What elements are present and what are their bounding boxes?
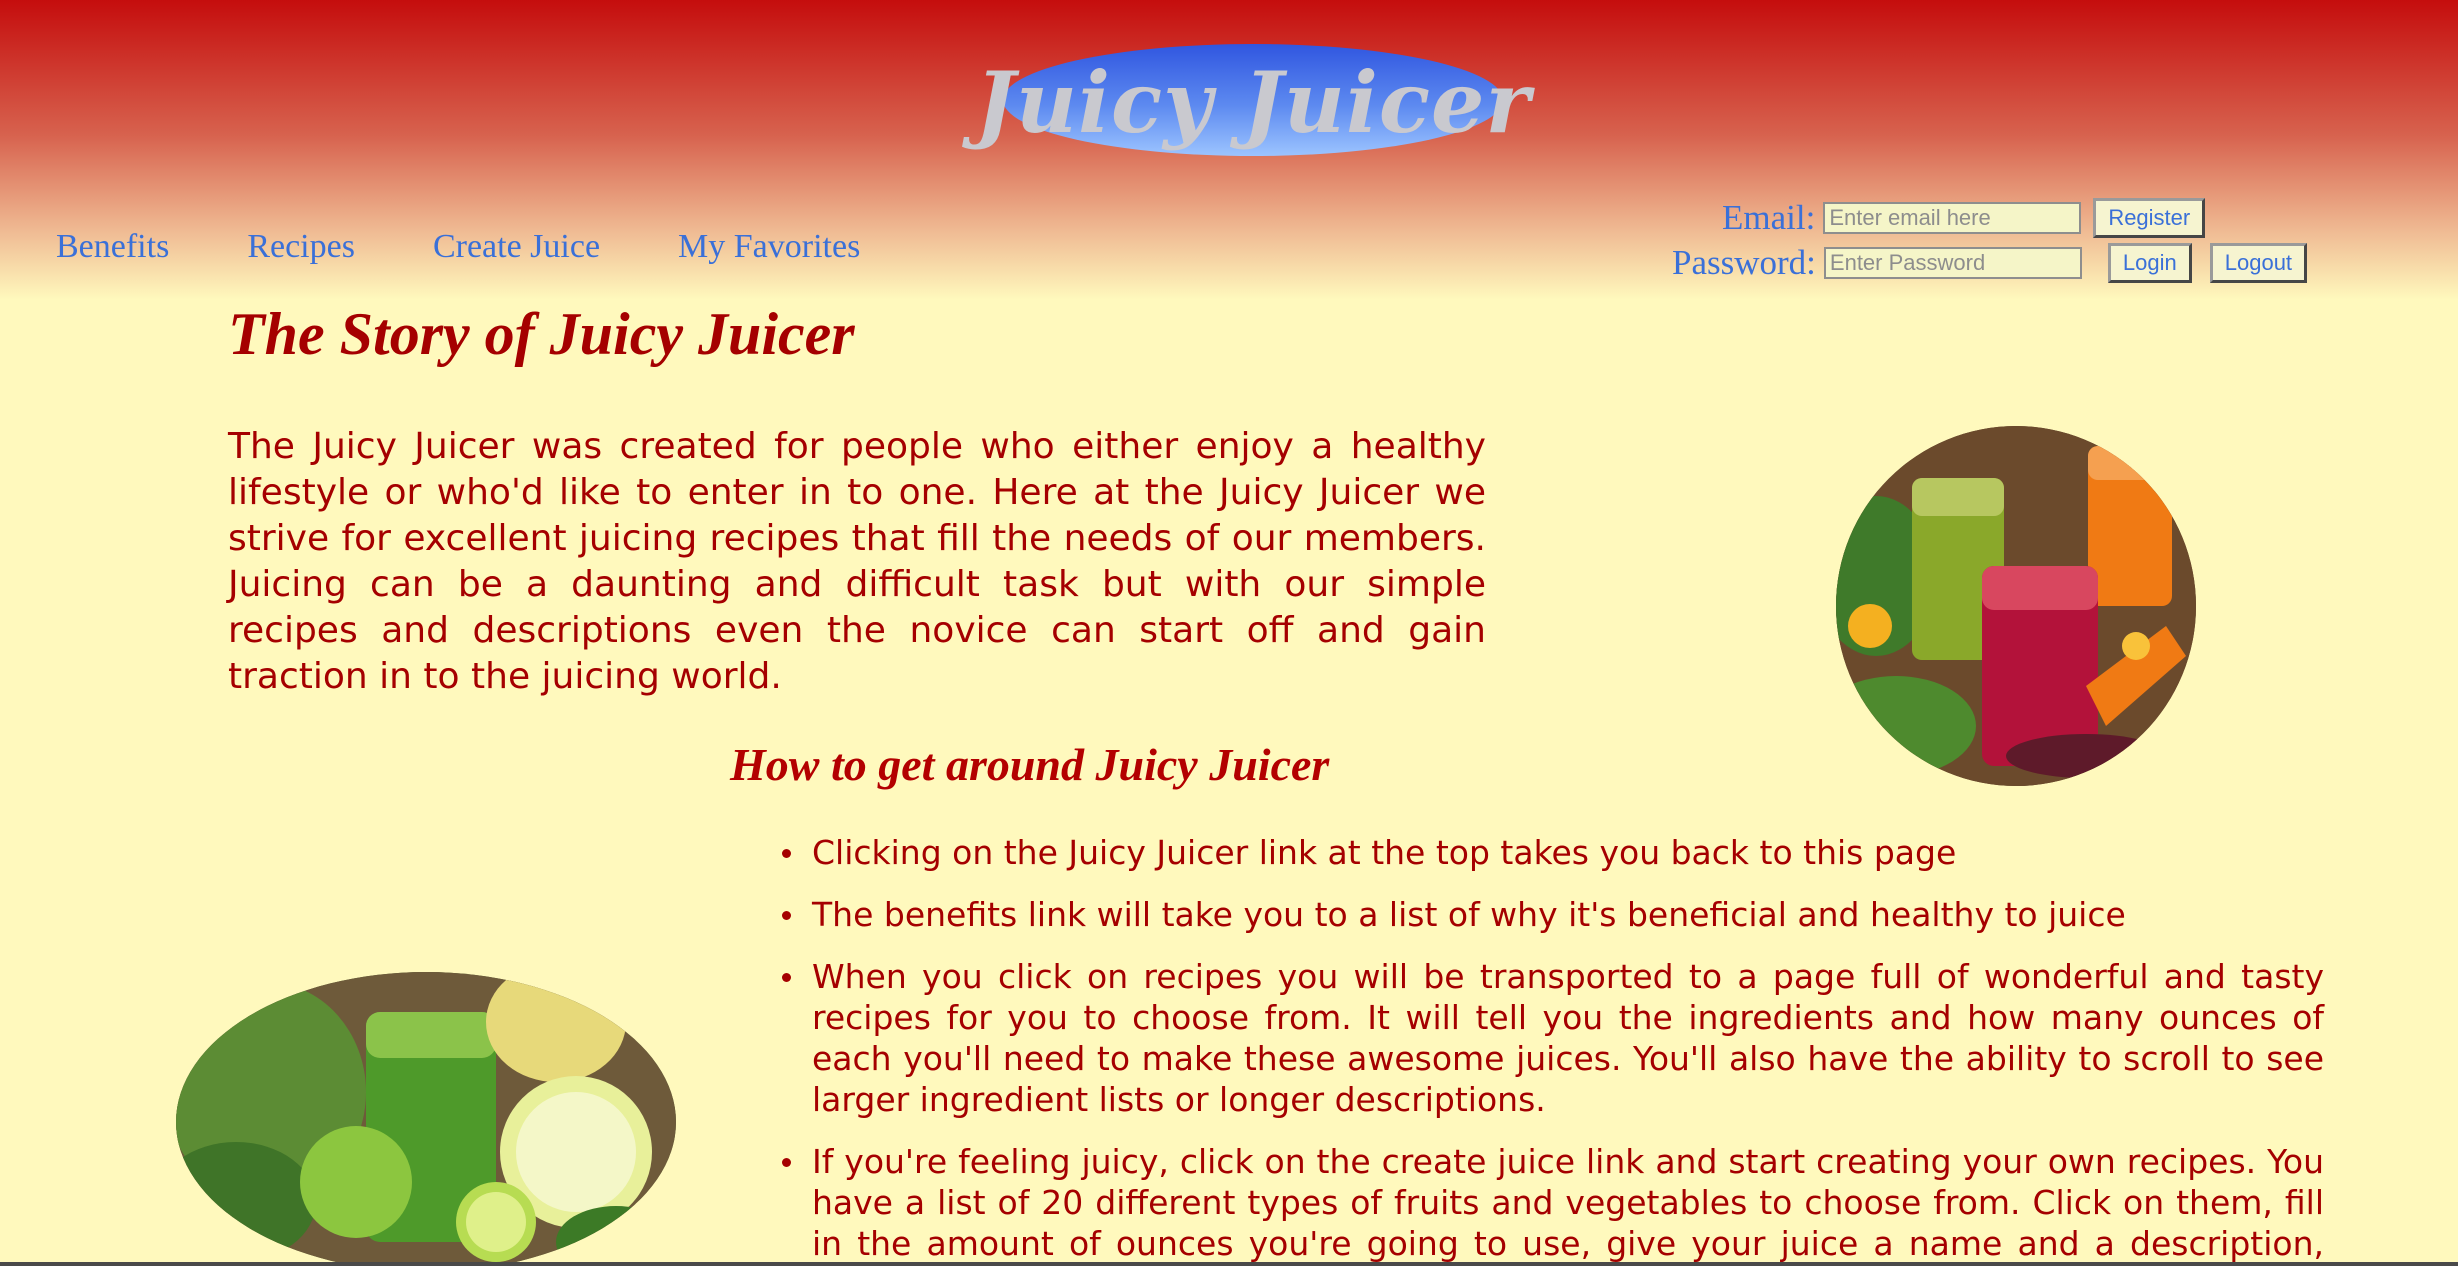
- main-nav: Benefits Recipes Create Juice My Favorit…: [56, 228, 938, 266]
- green-smoothie-image: [176, 972, 676, 1266]
- howto-list-item: The benefits link will take you to a lis…: [782, 894, 2324, 935]
- logo-text: Juicy Juicer: [975, 52, 1531, 152]
- juice-glasses-illustration: [1836, 426, 2196, 786]
- nav-link-my-favorites[interactable]: My Favorites: [678, 228, 860, 266]
- logout-button[interactable]: Logout: [2209, 243, 2308, 283]
- nav-link-recipes[interactable]: Recipes: [247, 228, 355, 266]
- login-button[interactable]: Login: [2107, 243, 2192, 283]
- howto-list-item: Clicking on the Juicy Juicer link at the…: [782, 832, 2324, 873]
- window-bottom-edge: [0, 1262, 2458, 1266]
- howto-title: How to get around Juicy Juicer: [730, 739, 1330, 790]
- howto-list: Clicking on the Juicy Juicer link at the…: [782, 832, 2324, 1266]
- juice-glasses-image: [1836, 426, 2196, 786]
- howto-list-item: When you click on recipes you will be tr…: [782, 957, 2324, 1119]
- email-input[interactable]: [1823, 202, 2082, 234]
- green-smoothie-illustration: [176, 972, 676, 1266]
- logo-home-link[interactable]: Juicy Juicer: [975, 44, 1530, 156]
- password-row: Password: Login Logout: [1672, 243, 2308, 283]
- story-paragraph: The Juicy Juicer was created for people …: [228, 426, 1486, 697]
- story-title: The Story of Juicy Juicer: [228, 301, 855, 367]
- email-label: Email:: [1722, 198, 1816, 237]
- password-input[interactable]: [1823, 247, 2082, 279]
- nav-link-create-juice[interactable]: Create Juice: [433, 228, 600, 266]
- register-button[interactable]: Register: [2093, 198, 2206, 238]
- howto-list-item: If you're feeling juicy, click on the cr…: [782, 1141, 2324, 1266]
- password-label: Password:: [1672, 243, 1816, 282]
- nav-link-benefits[interactable]: Benefits: [56, 228, 169, 266]
- email-row: Email: Register: [1722, 198, 2206, 238]
